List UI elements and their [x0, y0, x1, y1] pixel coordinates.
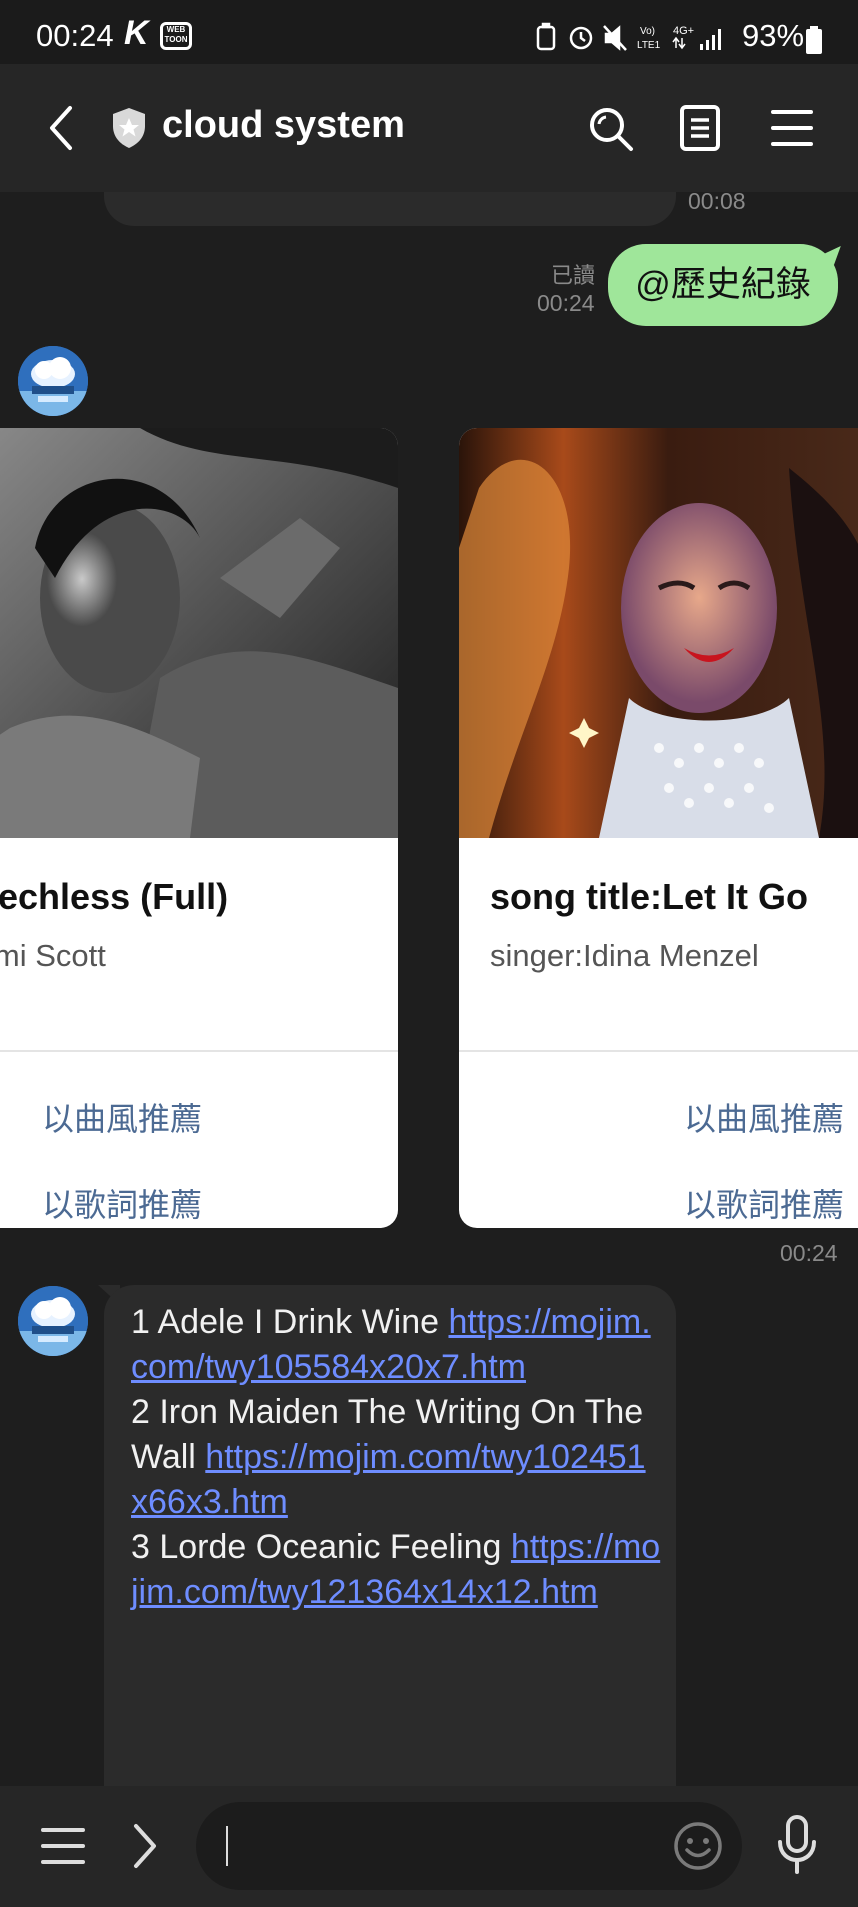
bot-avatar[interactable] [18, 1286, 88, 1356]
read-receipt: 已讀 [551, 263, 596, 288]
card-divider [459, 1050, 858, 1052]
status-time: 00:24 [36, 18, 114, 53]
emoji-icon[interactable] [672, 1820, 724, 1872]
webtoon-icon: WEB TOON [160, 22, 192, 50]
song-card[interactable]: song title:Let It Go singer:Idina Menzel… [459, 428, 858, 1228]
chat-area[interactable]: 00:08 已讀 00:24 @歷史紀錄 echless (Full) mi S… [0, 192, 858, 1786]
message-time: 00:24 [537, 290, 595, 316]
menu-icon[interactable] [770, 106, 814, 150]
song-title: song title:Speechless (Full) [0, 876, 229, 917]
song-link[interactable]: https://mojim.com/twy102451x66x3.htm [131, 1438, 646, 1521]
song-card[interactable]: song title:Speechless (Full) singer:Naom… [0, 428, 398, 1228]
4g-icon: 4G+ [673, 25, 694, 37]
bot-avatar[interactable] [18, 346, 88, 416]
official-shield-icon [113, 108, 145, 148]
battery-saver-icon [536, 22, 556, 51]
status-icons: Vo) LTE1 4G+ [536, 22, 721, 51]
svg-text:LTE1: LTE1 [637, 40, 661, 51]
battery-icon [806, 26, 822, 54]
recommend-by-genre-button[interactable]: 以曲風推薦 [42, 1094, 202, 1140]
kakao-k-icon: K [124, 14, 149, 52]
list-item: 2 Iron Maiden The Writing On The Wall ht… [131, 1393, 646, 1521]
list-item: 3 Lorde Oceanic Feeling https://mojim.co… [131, 1528, 661, 1611]
previous-message-bubble [104, 192, 676, 226]
alarm-icon [569, 26, 593, 50]
chat-title: cloud system [162, 104, 405, 146]
back-icon[interactable] [46, 104, 76, 152]
volte-icon: Vo) [640, 26, 655, 37]
recommend-by-genre-button[interactable]: 以曲風推薦 [684, 1094, 844, 1140]
mute-icon [603, 25, 627, 51]
search-icon[interactable] [586, 104, 636, 154]
message-input[interactable] [196, 1802, 742, 1890]
chevron-right-icon[interactable] [130, 1822, 160, 1870]
singer-photo [0, 428, 398, 838]
recommend-by-lyrics-button[interactable]: 以歌詞推薦 [42, 1180, 202, 1226]
list-item: 1 Adele I Drink Wine https://mojim.com/t… [131, 1303, 651, 1386]
hamburger-menu-icon[interactable] [40, 1826, 86, 1866]
battery-percent: 93% [742, 18, 805, 53]
cloud-avatar-icon [18, 346, 88, 416]
singer-name: singer:Idina Menzel [490, 938, 759, 973]
song-title: song title:Let It Go [490, 876, 808, 917]
singer-name: singer:Naomi Scott [0, 938, 106, 973]
recommend-by-lyrics-button[interactable]: 以歌詞推薦 [684, 1180, 844, 1226]
message-time: 00:24 [780, 1240, 838, 1266]
message-time: 00:08 [688, 192, 746, 214]
my-message-bubble[interactable]: @歷史紀錄 [608, 244, 838, 326]
signal-icon [700, 29, 721, 50]
card-divider [0, 1050, 398, 1052]
singer-photo [459, 428, 858, 838]
cloud-avatar-icon [18, 1286, 88, 1356]
microphone-icon[interactable] [776, 1814, 818, 1876]
text-caret [226, 1826, 228, 1866]
bot-message-text: 1 Adele I Drink Wine https://mojim.com/t… [131, 1300, 661, 1615]
notes-icon[interactable] [678, 104, 722, 152]
